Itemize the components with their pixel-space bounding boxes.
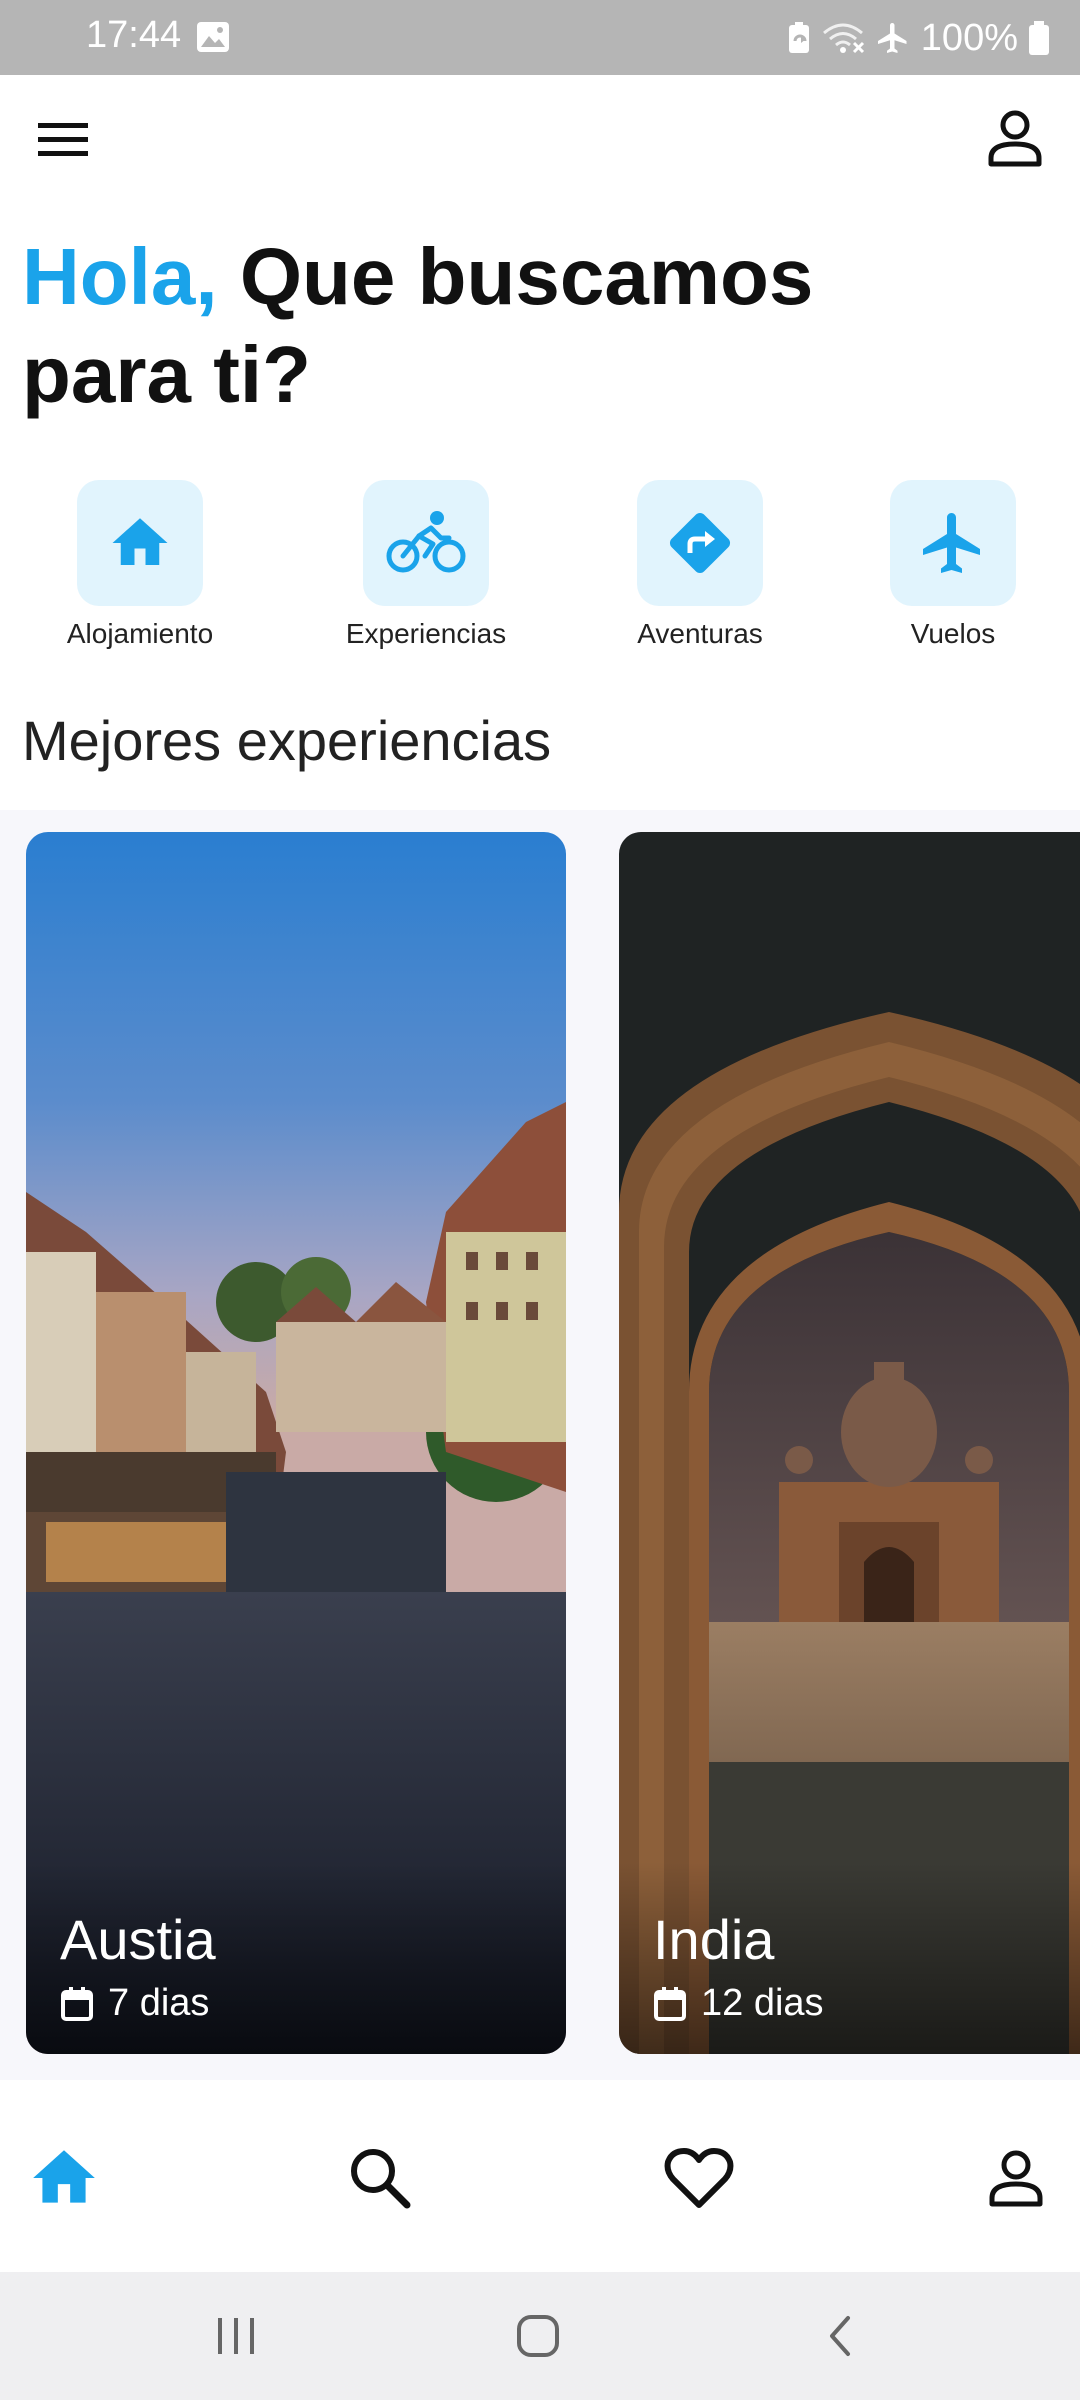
category-label: Alojamiento: [66, 618, 214, 649]
greeting-accent: Hola,: [22, 232, 218, 321]
category-label: Experiencias: [345, 618, 507, 649]
category-tile[interactable]: [363, 480, 489, 606]
category-label: Aventuras: [637, 618, 763, 649]
greeting-heading: Hola, Que buscamos para ti?: [22, 228, 1022, 424]
bottom-navigation: [0, 2080, 1080, 2272]
card-title: Austia: [60, 1908, 216, 1971]
image-icon: [197, 22, 229, 52]
card-duration-text: 12 dias: [701, 1982, 824, 2024]
directions-icon: [669, 512, 731, 574]
category-alojamiento[interactable]: Alojamiento: [30, 480, 250, 650]
back-button[interactable]: [808, 2304, 872, 2368]
menu-icon[interactable]: [36, 115, 90, 163]
india-monument-photo: [619, 832, 1080, 2054]
recent-apps-icon: [218, 2318, 254, 2354]
card-duration: 12 dias: [653, 1982, 824, 2025]
category-tile[interactable]: [890, 480, 1016, 606]
austria-canal-photo: [26, 832, 566, 2054]
battery-percentage: 100%: [920, 16, 1018, 59]
section-title: Mejores experiencias: [22, 709, 552, 772]
category-label: Vuelos: [910, 618, 996, 649]
category-experiencias[interactable]: Experiencias: [316, 480, 536, 650]
greeting-line-2: para ti?: [22, 330, 311, 419]
nav-home[interactable]: [24, 2138, 104, 2218]
calendar-icon: [654, 1986, 686, 2021]
heart-icon: [664, 2148, 734, 2208]
back-arrow-icon: [830, 2316, 850, 2356]
bicycle-icon: [386, 511, 466, 573]
profile-icon[interactable]: [986, 108, 1044, 168]
system-navigation-bar: [0, 2272, 1080, 2400]
status-time: 17:44: [86, 14, 182, 56]
profile-icon: [989, 2150, 1043, 2207]
battery-saver-icon: [788, 22, 809, 53]
category-tile[interactable]: [637, 480, 763, 606]
category-aventuras[interactable]: Aventuras: [590, 480, 810, 650]
airplane-mode-icon: [877, 23, 907, 53]
category-tile[interactable]: [77, 480, 203, 606]
calendar-icon: [61, 1986, 93, 2021]
card-duration: 7 dias: [60, 1982, 209, 2025]
card-duration-text: 7 dias: [108, 1982, 210, 2024]
category-vuelos[interactable]: Vuelos: [843, 480, 1063, 650]
recent-apps-button[interactable]: [204, 2304, 268, 2368]
experiences-carousel[interactable]: Austia 7 dias India 12 dias: [0, 810, 1080, 2080]
search-icon: [351, 2149, 411, 2209]
nav-search[interactable]: [340, 2138, 420, 2218]
home-button[interactable]: [506, 2304, 570, 2368]
nav-profile[interactable]: [976, 2138, 1056, 2218]
status-bar: 17:44 100%: [0, 0, 1080, 75]
card-title: India: [653, 1908, 775, 1971]
experience-card-india[interactable]: India 12 dias: [619, 832, 1080, 2054]
wifi-off-icon: [822, 23, 864, 54]
status-icons: 100%: [787, 14, 1050, 62]
home-icon: [112, 518, 168, 565]
home-circle-icon: [517, 2315, 559, 2357]
home-icon: [33, 2150, 95, 2203]
greeting-line-1: Que buscamos: [217, 232, 814, 321]
experience-card-austria[interactable]: Austia 7 dias: [26, 832, 566, 2054]
airplane-icon: [923, 513, 980, 573]
battery-icon: [1029, 21, 1049, 55]
nav-favorites[interactable]: [659, 2138, 739, 2218]
